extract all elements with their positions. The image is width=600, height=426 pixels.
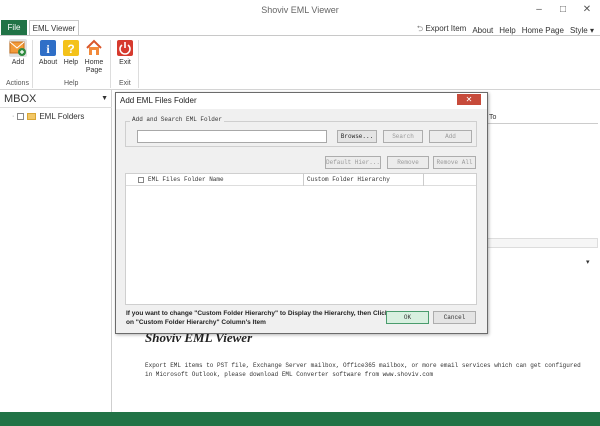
- about-link[interactable]: About: [472, 26, 493, 35]
- ribbon-tabbar: File EML Viewer ⮌ Export Item About Help…: [0, 20, 600, 36]
- dropdown-arrow-icon[interactable]: ▼: [101, 95, 108, 102]
- question-icon: ?: [62, 39, 80, 57]
- title-bar: Shoviv EML Viewer – □ ✕: [0, 0, 600, 22]
- dialog-title: Add EML Files Folder: [120, 96, 197, 105]
- group-label-exit: Exit: [119, 80, 131, 87]
- add-eml-folder-dialog: Add EML Files Folder ✕ Add and Search EM…: [115, 92, 488, 334]
- close-icon: ✕: [465, 95, 473, 104]
- power-icon: [116, 39, 134, 57]
- list-header: EML Files Folder Name Custom Folder Hier…: [126, 174, 476, 186]
- remove-all-button[interactable]: Remove All: [433, 156, 476, 169]
- home-page-link[interactable]: Home Page: [522, 26, 564, 35]
- column-custom-hierarchy[interactable]: Custom Folder Hierarchy: [307, 176, 390, 183]
- add-icon: [9, 39, 27, 57]
- column-header-to[interactable]: To: [486, 114, 598, 124]
- home-page-button[interactable]: Home Page: [82, 39, 106, 75]
- column-divider: [423, 174, 424, 186]
- add-button[interactable]: Add: [6, 39, 30, 67]
- help-button[interactable]: ? Help: [59, 39, 83, 67]
- dialog-titlebar: Add EML Files Folder ✕: [116, 93, 487, 109]
- dialog-close-button[interactable]: ✕: [457, 94, 481, 105]
- ribbon: Add i About ? Help Home Page Exit Action…: [0, 35, 600, 90]
- cancel-button[interactable]: Cancel: [433, 311, 476, 324]
- folder-path-input[interactable]: [137, 130, 327, 143]
- add-button[interactable]: Add: [429, 130, 472, 143]
- column-folder-name[interactable]: EML Files Folder Name: [148, 176, 224, 183]
- status-bar: [0, 412, 600, 426]
- about-button[interactable]: i About: [36, 39, 60, 67]
- product-description: Export EML items to PST file, Exchange S…: [145, 362, 581, 378]
- group-label-help: Help: [64, 80, 79, 87]
- search-group-label: Add and Search EML Folder: [130, 116, 225, 123]
- folder-list[interactable]: EML Files Folder Name Custom Folder Hier…: [125, 173, 477, 305]
- minimize-button[interactable]: –: [528, 2, 550, 18]
- select-all-checkbox[interactable]: [138, 177, 144, 183]
- tree-checkbox[interactable]: [17, 113, 25, 120]
- maximize-button[interactable]: □: [552, 2, 574, 18]
- style-dropdown[interactable]: Style ▾: [570, 26, 594, 35]
- mbox-header[interactable]: MBOX ▼: [0, 90, 112, 108]
- home-icon: [85, 39, 103, 57]
- info-icon: i: [39, 39, 57, 57]
- hierarchy-note: If you want to change "Custom Folder Hie…: [126, 310, 389, 326]
- horizontal-scrollbar[interactable]: [486, 238, 598, 248]
- close-window-button[interactable]: ✕: [576, 2, 598, 18]
- tab-eml-viewer[interactable]: EML Viewer: [29, 20, 79, 36]
- chevron-down-icon: ▾: [589, 25, 594, 35]
- window-title: Shoviv EML Viewer: [261, 5, 339, 15]
- column-divider: [303, 174, 304, 186]
- svg-text:?: ?: [67, 42, 74, 56]
- ribbon-separator: [138, 40, 139, 88]
- group-label-actions: Actions: [6, 80, 29, 87]
- browse-button[interactable]: Browse...: [337, 130, 377, 143]
- search-button[interactable]: Search: [383, 130, 423, 143]
- folder-icon: [27, 113, 37, 120]
- expander-icon[interactable]: ·: [12, 113, 14, 120]
- ribbon-separator: [32, 40, 33, 88]
- ribbon-separator: [110, 40, 111, 88]
- tab-file[interactable]: File: [1, 20, 27, 36]
- left-pane: MBOX ▼ · EML Folders: [0, 90, 112, 412]
- ok-button[interactable]: OK: [386, 311, 429, 324]
- chevron-down-icon[interactable]: ▾: [586, 258, 590, 266]
- default-hierarchy-button[interactable]: Default Hier...: [325, 156, 381, 169]
- help-link[interactable]: Help: [499, 26, 515, 35]
- remove-button[interactable]: Remove: [387, 156, 429, 169]
- tree-item-eml-folders[interactable]: · EML Folders: [12, 112, 84, 121]
- exit-button[interactable]: Exit: [113, 39, 137, 67]
- mbox-label: MBOX: [4, 93, 37, 105]
